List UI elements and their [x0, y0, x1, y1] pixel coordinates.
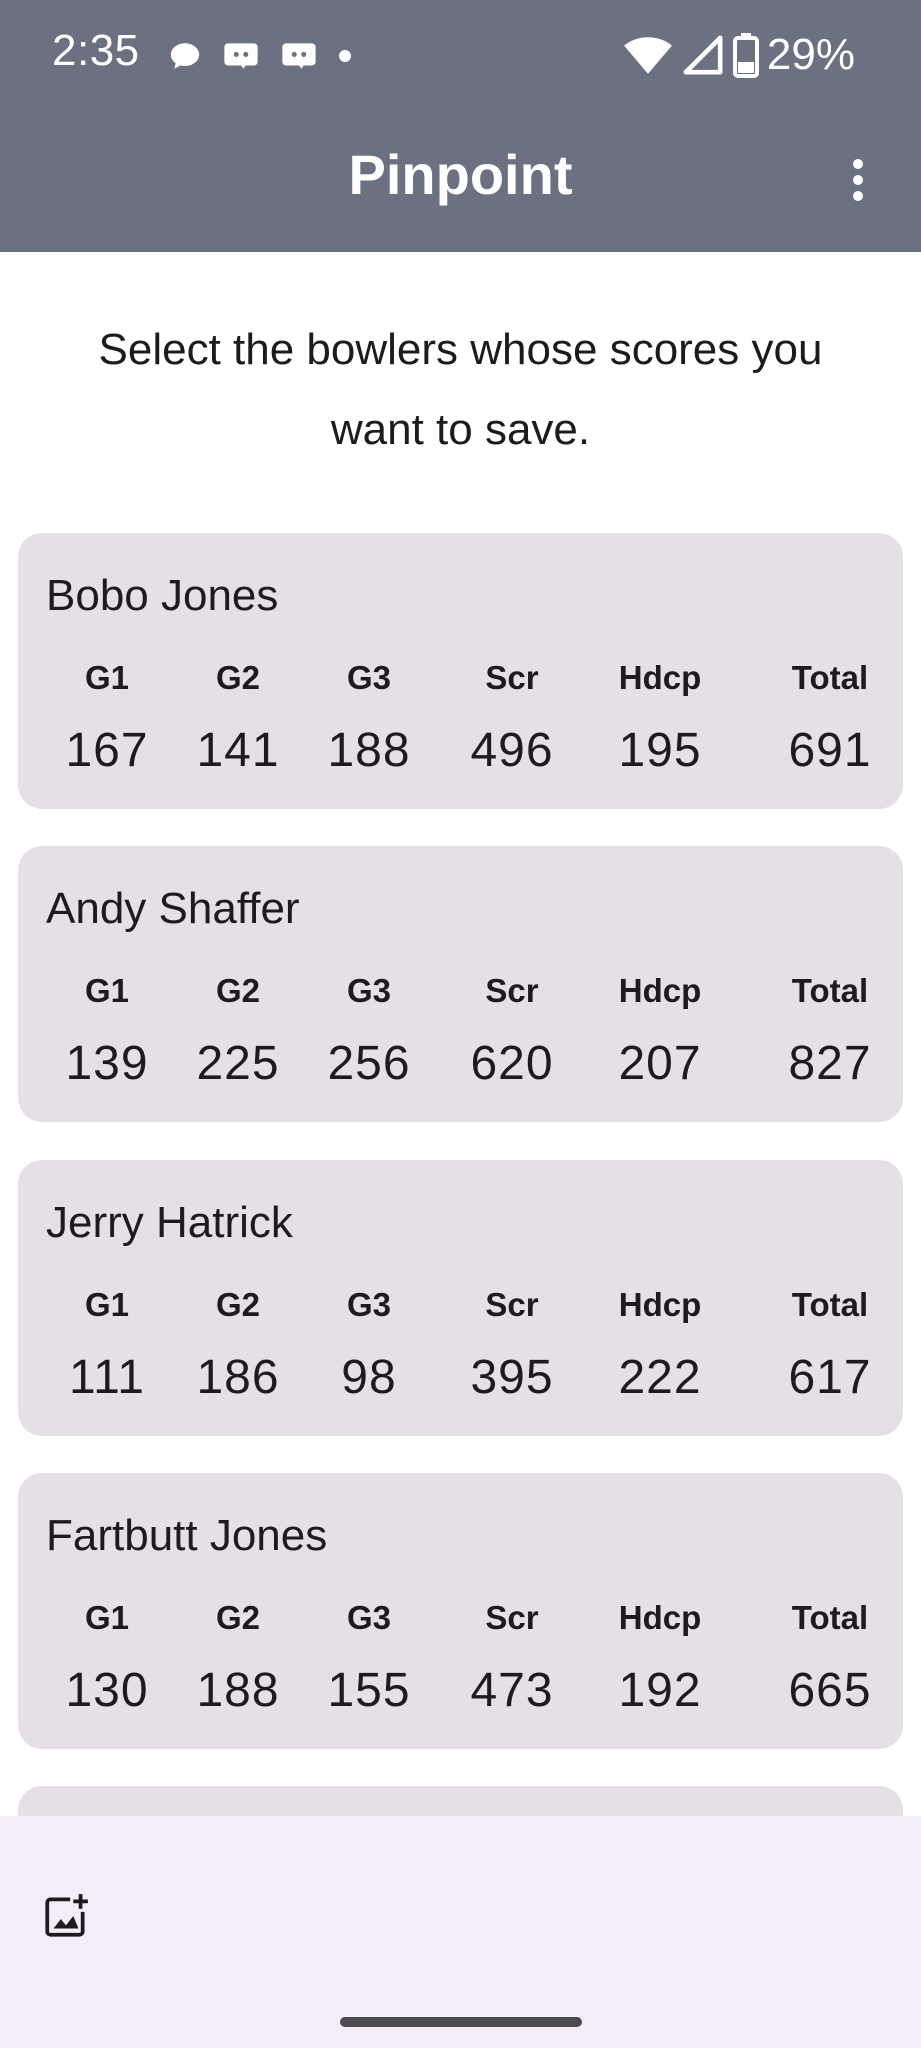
cell-signal-icon	[683, 35, 723, 75]
column-label-scr: Scr	[485, 659, 539, 696]
score-g3: 256	[327, 1037, 411, 1090]
column-label-scr: Scr	[485, 972, 539, 1009]
score-g1: 139	[65, 1037, 149, 1090]
score-g2: 188	[196, 1664, 280, 1717]
bottom-app-bar	[0, 1816, 921, 2048]
status-bar: 2:35 29%	[0, 0, 921, 110]
bowler-card[interactable]: Fartbutt Jones G1 G2 G3 Scr Hdcp Total 1…	[18, 1473, 903, 1749]
score-g3: 188	[327, 724, 411, 777]
column-label-hdcp: Hdcp	[618, 1599, 702, 1636]
dot-icon	[339, 50, 351, 62]
score-handicap: 195	[618, 724, 702, 777]
add-photo-button[interactable]	[36, 1886, 96, 1946]
score-total: 691	[788, 724, 872, 777]
score-total: 827	[788, 1037, 872, 1090]
chat-bubble-icon	[170, 43, 200, 69]
score-total: 617	[788, 1351, 872, 1404]
column-label-total: Total	[791, 972, 869, 1009]
column-label-g3: G3	[346, 1286, 392, 1323]
column-label-g3: G3	[346, 1599, 392, 1636]
instruction-text: Select the bowlers whose scores you want…	[98, 325, 823, 454]
column-label-total: Total	[791, 1286, 869, 1323]
score-g3: 98	[341, 1351, 397, 1404]
column-label-g1: G1	[84, 1286, 130, 1323]
score-g1: 167	[65, 724, 149, 777]
score-scratch: 620	[470, 1037, 554, 1090]
column-label-g3: G3	[346, 972, 392, 1009]
score-scratch: 496	[470, 724, 554, 777]
more-vert-icon	[853, 159, 863, 201]
score-handicap: 207	[618, 1037, 702, 1090]
status-time: 2:35	[52, 26, 140, 75]
add-photo-icon	[45, 1894, 88, 1937]
score-g2: 225	[196, 1037, 280, 1090]
column-label-hdcp: Hdcp	[618, 659, 702, 696]
app-header: 2:35 29% Pinpoint	[0, 0, 921, 252]
home-indicator[interactable]	[340, 2017, 582, 2027]
score-scratch: 473	[470, 1664, 554, 1717]
bowler-name: Bobo Jones	[46, 571, 279, 620]
discord-icon	[224, 43, 258, 69]
bowler-card[interactable]: Bobo Jones G1 G2 G3 Scr Hdcp Total 167 1…	[18, 533, 903, 809]
column-label-g2: G2	[215, 1286, 261, 1323]
bowler-name: Jerry Hatrick	[46, 1198, 293, 1247]
system-icons: 29%	[623, 30, 855, 80]
score-scratch: 395	[470, 1351, 554, 1404]
score-g1: 130	[65, 1664, 149, 1717]
wifi-icon	[623, 37, 672, 74]
score-g2: 141	[196, 724, 280, 777]
score-handicap: 222	[618, 1351, 702, 1404]
column-label-g1: G1	[84, 1599, 130, 1636]
score-total: 665	[788, 1664, 872, 1717]
bowler-card[interactable]: Jerry Hatrick G1 G2 G3 Scr Hdcp Total 11…	[18, 1160, 903, 1436]
overflow-menu-button[interactable]	[838, 150, 878, 210]
column-label-scr: Scr	[485, 1286, 539, 1323]
score-g2: 186	[196, 1351, 280, 1404]
score-g1: 111	[69, 1351, 145, 1404]
score-handicap: 192	[618, 1664, 702, 1717]
score-g3: 155	[327, 1664, 411, 1717]
column-label-total: Total	[791, 1599, 869, 1636]
discord-icon	[282, 43, 316, 69]
bowler-name: Fartbutt Jones	[46, 1511, 328, 1560]
column-label-total: Total	[791, 659, 869, 696]
battery-percentage: 29%	[766, 30, 855, 79]
column-label-g3: G3	[346, 659, 392, 696]
column-label-g2: G2	[215, 1599, 261, 1636]
column-label-g2: G2	[215, 972, 261, 1009]
column-label-g1: G1	[84, 972, 130, 1009]
column-label-g2: G2	[215, 659, 261, 696]
column-label-hdcp: Hdcp	[618, 972, 702, 1009]
column-label-g1: G1	[84, 659, 130, 696]
notification-icons	[168, 36, 352, 76]
battery-icon	[732, 33, 759, 78]
column-label-hdcp: Hdcp	[618, 1286, 702, 1323]
app-title: Pinpoint	[348, 143, 573, 206]
bowler-name: Andy Shaffer	[46, 884, 300, 933]
column-label-scr: Scr	[485, 1599, 539, 1636]
bowler-card[interactable]: Andy Shaffer G1 G2 G3 Scr Hdcp Total 139…	[18, 846, 903, 1122]
